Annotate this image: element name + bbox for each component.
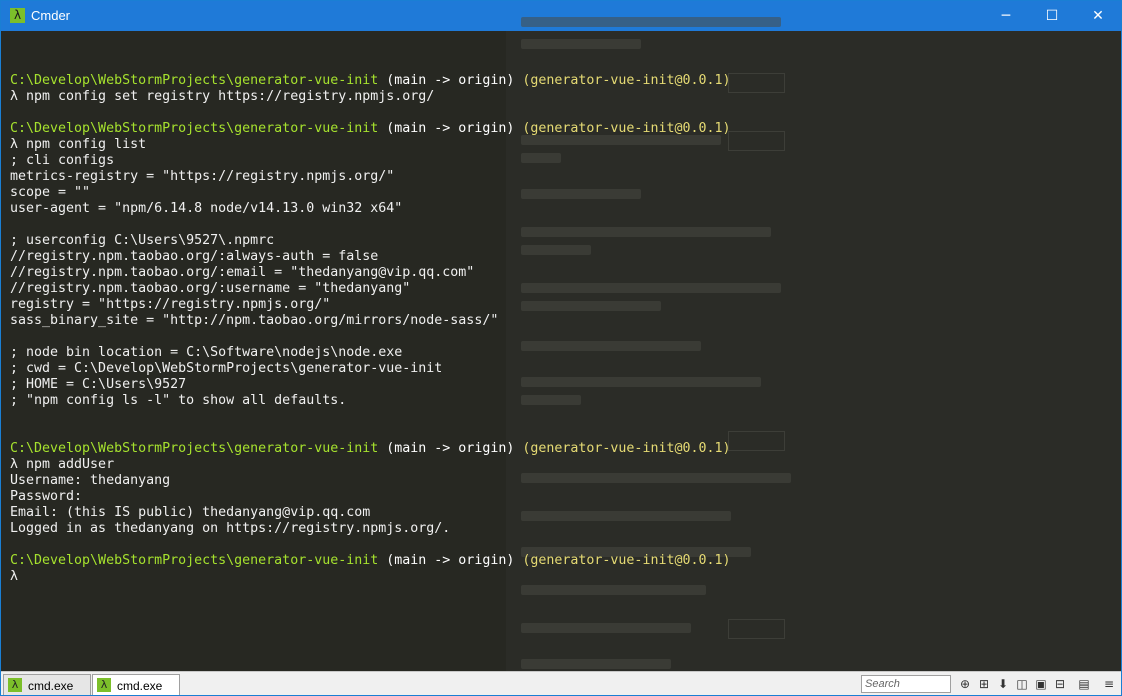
output-line: user-agent = "npm/6.14.8 node/v14.13.0 w… — [10, 201, 403, 216]
cmder-lambda-icon: λ — [10, 8, 25, 23]
output-line: scope = "" — [10, 185, 91, 200]
git-branch: (main -> origin) — [378, 553, 523, 568]
ghost-box — [728, 131, 785, 151]
output-line: ; cli configs — [10, 153, 115, 168]
prompt-path: C:\Develop\WebStormProjects\generator-vu… — [10, 73, 379, 88]
cmder-status-bar: λ cmd.exe λ cmd.exe Search ⊕ ⊞ ⬇ ◫ ▣ ⊟ ▤… — [1, 671, 1121, 695]
split-icon[interactable]: ⊞ — [976, 676, 992, 692]
ghost-line — [521, 585, 706, 595]
output-line: registry = "https://registry.npmjs.org/" — [10, 297, 331, 312]
prompt-path: C:\Develop\WebStormProjects\generator-vu… — [10, 441, 379, 456]
prompt-line: C:\Develop\WebStormProjects\generator-vu… — [10, 441, 731, 457]
command-line: λ npm config list — [10, 137, 147, 152]
tab-label: cmd.exe — [117, 679, 163, 693]
output-line: metrics-registry = "https://registry.npm… — [10, 169, 395, 184]
lock-icon[interactable]: ▤ — [1076, 676, 1092, 692]
close-button[interactable]: ✕ — [1075, 1, 1121, 31]
git-branch: (main -> origin) — [378, 441, 523, 456]
prompt-line: C:\Develop\WebStormProjects\generator-vu… — [10, 553, 731, 569]
ghost-line — [521, 17, 781, 27]
ghost-line — [521, 659, 671, 669]
window-icon[interactable]: ▣ — [1033, 676, 1049, 692]
package-version: (generator-vue-init@0.0.1) — [522, 553, 731, 568]
prompt-line: C:\Develop\WebStormProjects\generator-vu… — [10, 121, 731, 137]
output-line: ; userconfig C:\Users\9527\.npmrc — [10, 233, 275, 248]
prompt-line: C:\Develop\WebStormProjects\generator-vu… — [10, 73, 731, 89]
command-line: λ npm addUser — [10, 457, 115, 472]
ghost-line — [521, 39, 641, 49]
output-line: Logged in as thedanyang on https://regis… — [10, 521, 451, 536]
package-version: (generator-vue-init@0.0.1) — [522, 121, 731, 136]
collapse-icon[interactable]: ⊟ — [1052, 676, 1068, 692]
output-line: sass_binary_site = "http://npm.taobao.or… — [10, 313, 499, 328]
output-line: ; "npm config ls -l" to show all default… — [10, 393, 347, 408]
console-area[interactable]: C:\Develop\WebStormProjects\generator-vu… — [1, 17, 1121, 671]
output-line: Username: thedanyang — [10, 473, 171, 488]
maximize-button[interactable]: ☐ — [1029, 1, 1075, 31]
menu-icon[interactable]: ≡ — [1101, 676, 1117, 692]
console-tab-1[interactable]: λ cmd.exe — [3, 674, 91, 695]
git-branch: (main -> origin) — [378, 121, 523, 136]
ghost-line — [521, 623, 691, 633]
output-line: //registry.npm.taobao.org/:email = "thed… — [10, 265, 475, 280]
lambda-icon: λ — [97, 678, 111, 692]
git-branch: (main -> origin) — [378, 73, 523, 88]
output-line: //registry.npm.taobao.org/:username = "t… — [10, 281, 411, 296]
lambda-icon: λ — [8, 678, 22, 692]
prompt-path: C:\Develop\WebStormProjects\generator-vu… — [10, 553, 379, 568]
package-version: (generator-vue-init@0.0.1) — [522, 73, 731, 88]
input-prompt: λ — [10, 569, 19, 584]
cmder-window: λ Cmder ─ ☐ ✕ C:\Develop\WebStormProject… — [0, 0, 1122, 696]
terminal-output[interactable]: C:\Develop\WebStormProjects\generator-vu… — [10, 57, 731, 585]
output-line: Password: — [10, 489, 83, 504]
output-line: Email: (this IS public) thedanyang@vip.q… — [10, 505, 371, 520]
download-icon[interactable]: ⬇ — [995, 676, 1011, 692]
prompt-path: C:\Develop\WebStormProjects\generator-vu… — [10, 121, 379, 136]
ghost-box — [728, 619, 785, 639]
output-line: ; HOME = C:\Users\9527 — [10, 377, 187, 392]
window-title: Cmder — [31, 8, 71, 23]
command-line: λ npm config set registry https://regist… — [10, 89, 435, 104]
ghost-box — [728, 73, 785, 93]
console-tab-2[interactable]: λ cmd.exe — [92, 674, 180, 695]
new-console-icon[interactable]: ⊕ — [957, 676, 973, 692]
tab-label: cmd.exe — [28, 679, 74, 693]
package-version: (generator-vue-init@0.0.1) — [522, 441, 731, 456]
output-line: ; node bin location = C:\Software\nodejs… — [10, 345, 403, 360]
search-input[interactable]: Search — [861, 675, 951, 693]
minimize-button[interactable]: ─ — [983, 1, 1029, 31]
panel-icon[interactable]: ◫ — [1014, 676, 1030, 692]
output-line: ; cwd = C:\Develop\WebStormProjects\gene… — [10, 361, 443, 376]
output-line: //registry.npm.taobao.org/:always-auth =… — [10, 249, 379, 264]
ghost-box — [728, 431, 785, 451]
